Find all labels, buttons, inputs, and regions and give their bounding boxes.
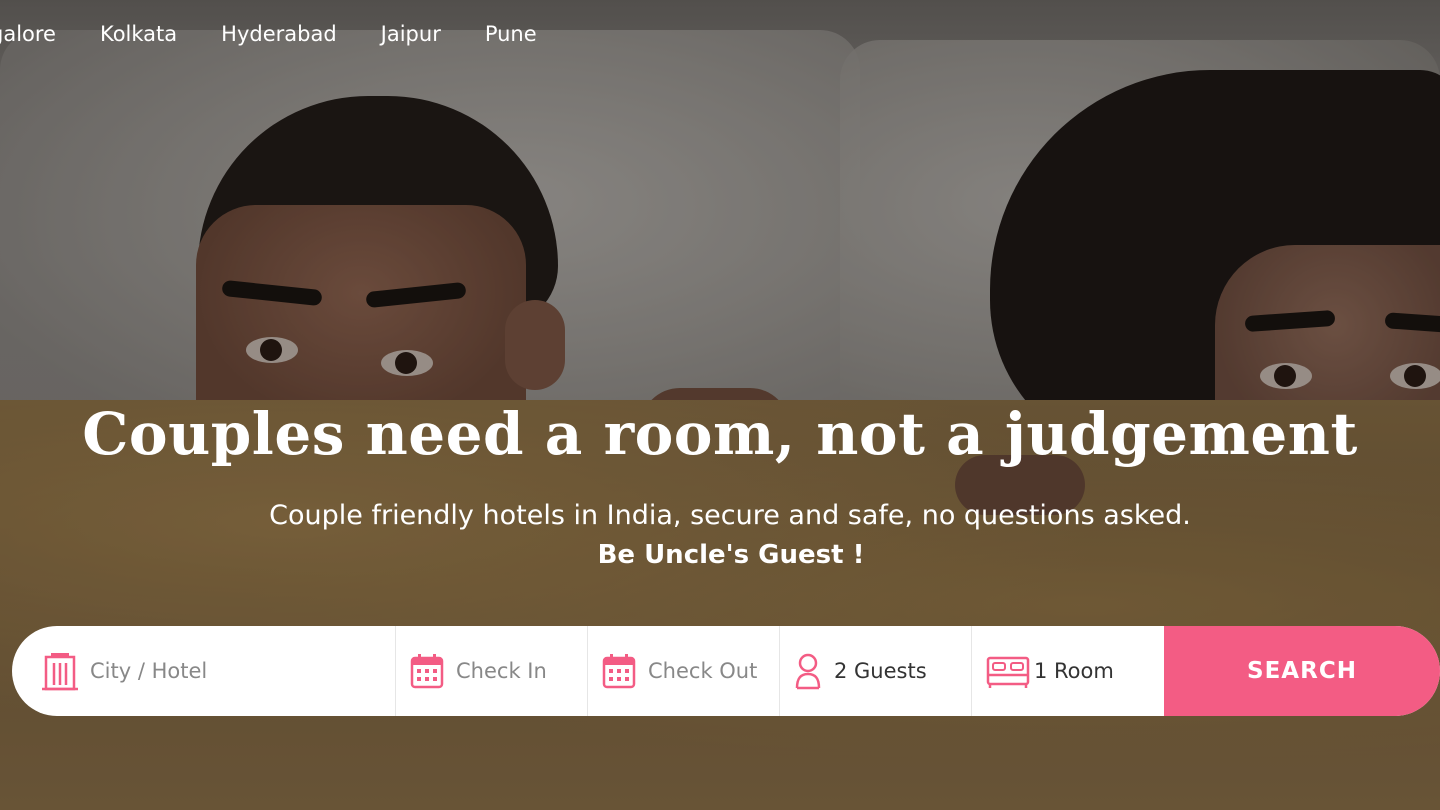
person-icon (794, 652, 822, 690)
check-in-label: Check In (456, 659, 547, 683)
search-bar: City / Hotel Check In Check Out 2 Guests… (12, 626, 1440, 716)
city-nav: galore Kolkata Hyderabad Jaipur Pune (0, 22, 537, 46)
rooms-field[interactable]: 1 Room (972, 626, 1164, 716)
rooms-value: 1 Room (1034, 659, 1114, 683)
hero-tagline: Be Uncle's Guest ! (597, 540, 865, 570)
city-link-hyderabad[interactable]: Hyderabad (221, 22, 337, 46)
hero-headline: Couples need a room, not a judgement (82, 400, 1358, 468)
city-link-pune[interactable]: Pune (485, 22, 537, 46)
search-button[interactable]: SEARCH (1164, 626, 1440, 716)
city-link-bangalore[interactable]: galore (0, 22, 56, 46)
calendar-icon (602, 653, 636, 689)
guests-field[interactable]: 2 Guests (780, 626, 972, 716)
check-out-label: Check Out (648, 659, 758, 683)
hotel-building-icon (42, 651, 78, 691)
hero-section: galore Kolkata Hyderabad Jaipur Pune Cou… (0, 0, 1440, 810)
check-in-field[interactable]: Check In (396, 626, 588, 716)
city-hotel-placeholder: City / Hotel (90, 659, 208, 683)
city-hotel-field[interactable]: City / Hotel (12, 626, 396, 716)
bed-icon (986, 654, 1030, 688)
city-link-jaipur[interactable]: Jaipur (381, 22, 441, 46)
guests-value: 2 Guests (834, 659, 927, 683)
city-link-kolkata[interactable]: Kolkata (100, 22, 177, 46)
hero-subline: Couple friendly hotels in India, secure … (269, 500, 1191, 531)
check-out-field[interactable]: Check Out (588, 626, 780, 716)
calendar-icon (410, 653, 444, 689)
